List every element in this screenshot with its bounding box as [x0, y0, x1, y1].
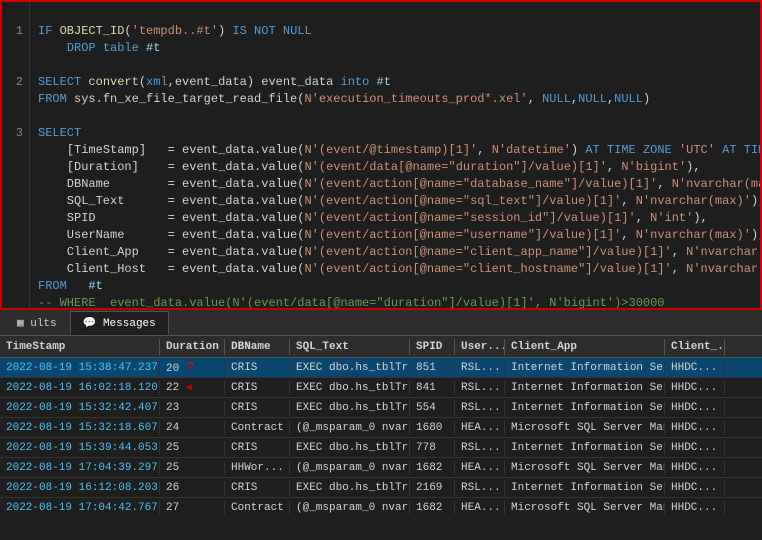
grid-cell: Microsoft SQL Server Management St...: [505, 501, 665, 515]
grid-cell: Internet Information Services: [505, 361, 665, 375]
table-row[interactable]: 2022-08-19 15:32:42.407 -05:0023CRISEXEC…: [0, 398, 762, 418]
header-timestamp: TimeStamp: [0, 339, 160, 355]
grid-cell: RSL...: [455, 481, 505, 495]
grid-cell: Contract: [225, 421, 290, 435]
grid-cell: Internet Information Services: [505, 481, 665, 495]
grid-cell: 22 ◀: [160, 381, 225, 395]
grid-cell: HHDC...: [665, 401, 725, 415]
grid-cell: HHDC...: [665, 381, 725, 395]
grid-cell: 2169: [410, 481, 455, 495]
tab-bar: ▦ ults 💬 Messages: [0, 310, 762, 336]
grid-cell: Contract: [225, 501, 290, 515]
grid-cell: RSL...: [455, 441, 505, 455]
line-numbers: 1 2 3 8: [2, 2, 30, 308]
grid-cell: RSL...: [455, 401, 505, 415]
grid-cell: EXEC dbo.hs_tblTran...: [290, 401, 410, 415]
grid-cell: 841: [410, 381, 455, 395]
grid-cell: 26: [160, 481, 225, 495]
grid-cell: Microsoft SQL Server Management St...: [505, 421, 665, 435]
grid-cell: HHDC...: [665, 421, 725, 435]
grid-cell: HHDC...: [665, 501, 725, 515]
grid-cell: 23: [160, 401, 225, 415]
grid-body: 2022-08-19 15:38:47.237 -05:0020 ?CRISEX…: [0, 358, 762, 514]
grid-cell: 554: [410, 401, 455, 415]
grid-cell: HHDC...: [665, 461, 725, 475]
grid-cell: HHDC...: [665, 361, 725, 375]
grid-cell: 2022-08-19 15:38:47.237 -05:00: [0, 361, 160, 375]
grid-cell: 1682: [410, 501, 455, 515]
grid-cell: CRIS: [225, 481, 290, 495]
grid-cell: Microsoft SQL Server Management St...: [505, 461, 665, 475]
grid-cell: HHDC...: [665, 481, 725, 495]
grid-cell: 2022-08-19 17:04:42.767 -05:00: [0, 501, 160, 515]
grid-cell: 2022-08-19 15:32:42.407 -05:00: [0, 401, 160, 415]
grid-cell: 24: [160, 421, 225, 435]
table-row[interactable]: 2022-08-19 16:02:18.120 -05:0022 ◀CRISEX…: [0, 378, 762, 398]
grid-cell: 851: [410, 361, 455, 375]
grid-cell: 2022-08-19 16:02:18.120 -05:00: [0, 381, 160, 395]
header-clienthost: Client_...: [665, 339, 725, 355]
grid-cell: (@_msparam_0 nvar...: [290, 501, 410, 515]
grid-cell: HEA...: [455, 501, 505, 515]
table-row[interactable]: 2022-08-19 16:12:08.203 -05:0026CRISEXEC…: [0, 478, 762, 498]
grid-cell: 27: [160, 501, 225, 515]
table-row[interactable]: 2022-08-19 17:04:42.767 -05:0027Contract…: [0, 498, 762, 514]
grid-cell: 2022-08-19 16:12:08.203 -05:00: [0, 481, 160, 495]
header-user: User...: [455, 339, 505, 355]
grid-cell: 2022-08-19 17:04:39.297 -05:00: [0, 461, 160, 475]
code-editor[interactable]: 1 2 3 8 IF OBJECT_ID('tempdb..#t') IS NO…: [0, 0, 762, 310]
grid-cell: 2022-08-19 15:39:44.053 -05:00: [0, 441, 160, 455]
grid-cell: HEA...: [455, 461, 505, 475]
grid-cell: 778: [410, 441, 455, 455]
grid-cell: HEA...: [455, 421, 505, 435]
grid-cell: RSL...: [455, 381, 505, 395]
table-row[interactable]: 2022-08-19 15:32:18.607 -05:0024Contract…: [0, 418, 762, 438]
header-dbname: DBName: [225, 339, 290, 355]
grid-cell: 1682: [410, 461, 455, 475]
grid-cell: (@_msparam_0 nvar...: [290, 421, 410, 435]
bottom-panel: ▦ ults 💬 Messages TimeStamp Duration DBN…: [0, 310, 762, 514]
results-grid: TimeStamp Duration DBName SQL_Text SPID …: [0, 336, 762, 514]
grid-cell: CRIS: [225, 361, 290, 375]
grid-cell: HHWor...: [225, 461, 290, 475]
grid-cell: 2022-08-19 15:32:18.607 -05:00: [0, 421, 160, 435]
grid-cell: HHDC...: [665, 441, 725, 455]
grid-header-row: TimeStamp Duration DBName SQL_Text SPID …: [0, 336, 762, 358]
grid-cell: CRIS: [225, 381, 290, 395]
grid-cell: EXEC dbo.hs_tblTran...: [290, 441, 410, 455]
header-clientapp: Client_App: [505, 339, 665, 355]
grid-cell: CRIS: [225, 441, 290, 455]
grid-cell: EXEC dbo.hs_tblTran...: [290, 381, 410, 395]
table-row[interactable]: 2022-08-19 15:39:44.053 -05:0025CRISEXEC…: [0, 438, 762, 458]
grid-cell: 25: [160, 461, 225, 475]
grid-cell: RSL...: [455, 361, 505, 375]
table-icon: ▦: [17, 318, 24, 330]
messages-icon: 💬: [83, 318, 97, 330]
table-row[interactable]: 2022-08-19 17:04:39.297 -05:0025HHWor...…: [0, 458, 762, 478]
header-sqltext: SQL_Text: [290, 339, 410, 355]
tab-messages[interactable]: 💬 Messages: [70, 311, 169, 335]
grid-cell: 25: [160, 441, 225, 455]
header-spid: SPID: [410, 339, 455, 355]
grid-cell: 1680: [410, 421, 455, 435]
grid-cell: (@_msparam_0 nvar...: [290, 461, 410, 475]
grid-cell: CRIS: [225, 401, 290, 415]
tab-results[interactable]: ▦ ults: [4, 311, 70, 335]
grid-cell: Internet Information Services: [505, 441, 665, 455]
header-duration: Duration: [160, 339, 225, 355]
code-content: IF OBJECT_ID('tempdb..#t') IS NOT NULL D…: [30, 2, 760, 308]
table-row[interactable]: 2022-08-19 15:38:47.237 -05:0020 ?CRISEX…: [0, 358, 762, 378]
grid-cell: Internet Information Services: [505, 401, 665, 415]
grid-cell: EXEC dbo.hs_tblTran...: [290, 481, 410, 495]
grid-cell: Internet Information Services: [505, 381, 665, 395]
grid-cell: 20 ?: [160, 359, 225, 377]
grid-cell: EXEC dbo.hs_tblTran...: [290, 361, 410, 375]
